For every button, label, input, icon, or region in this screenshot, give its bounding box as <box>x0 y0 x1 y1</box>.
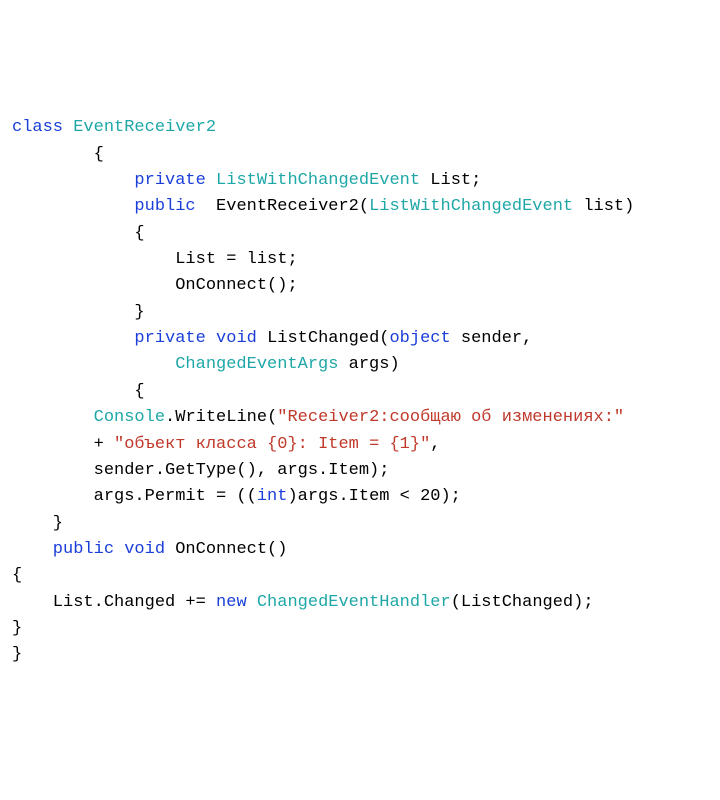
code-text: )args.Item < 20); <box>287 487 460 506</box>
type-name: ListWithChangedEvent <box>369 197 583 216</box>
code-text: List.Changed += <box>12 593 216 612</box>
code-text: (ListChanged); <box>451 593 594 612</box>
code-text: .WriteLine( <box>165 408 277 427</box>
string-literal: "Receiver2:сообщаю об изменениях:" <box>277 408 624 427</box>
code-text: list) <box>583 197 634 216</box>
line-5: { <box>12 224 145 243</box>
code-text: List; <box>430 171 481 190</box>
line-15: args.Permit = ((int)args.Item < 20); <box>12 487 461 506</box>
line-19: List.Changed += new ChangedEventHandler(… <box>12 593 594 612</box>
type-console: Console <box>94 408 165 427</box>
line-18: { <box>12 566 22 585</box>
keyword-object: object <box>389 329 460 348</box>
line-10: ChangedEventArgs args) <box>12 355 400 374</box>
line-1: class EventReceiver2 <box>12 118 216 137</box>
type-name: ChangedEventArgs <box>12 355 349 374</box>
keyword-new: new <box>216 593 257 612</box>
code-block: class EventReceiver2 { private ListWithC… <box>12 115 708 668</box>
keyword-void: void <box>216 329 267 348</box>
line-7: OnConnect(); <box>12 276 298 295</box>
keyword-private: private <box>12 329 216 348</box>
line-17: public void OnConnect() <box>12 540 287 559</box>
keyword-int: int <box>257 487 288 506</box>
type-name: EventReceiver2 <box>73 118 216 137</box>
keyword-public: public <box>12 197 216 216</box>
code-text: + <box>12 435 114 454</box>
keyword-public: public <box>12 540 124 559</box>
keyword-void: void <box>124 540 175 559</box>
method-name: OnConnect() <box>175 540 287 559</box>
code-text: , <box>430 435 440 454</box>
method-name: ListChanged( <box>267 329 389 348</box>
line-20: } <box>12 619 22 638</box>
line-2: { <box>12 145 104 164</box>
line-13: + "объект класса {0}: Item = {1}", <box>12 435 441 454</box>
string-literal: "объект класса {0}: Item = {1}" <box>114 435 430 454</box>
line-6: List = list; <box>12 250 298 269</box>
ctor-name: EventReceiver2( <box>216 197 369 216</box>
type-name: ChangedEventHandler <box>257 593 451 612</box>
line-11: { <box>12 382 145 401</box>
code-text: args) <box>349 355 400 374</box>
code-text: args.Permit = (( <box>12 487 257 506</box>
line-12: Console.WriteLine("Receiver2:сообщаю об … <box>12 408 624 427</box>
line-14: sender.GetType(), args.Item); <box>12 461 389 480</box>
type-name: ListWithChangedEvent <box>216 171 430 190</box>
code-text: sender, <box>461 329 532 348</box>
line-21: } <box>12 645 22 664</box>
line-9: private void ListChanged(object sender, <box>12 329 532 348</box>
line-8: } <box>12 303 145 322</box>
line-4: public EventReceiver2(ListWithChangedEve… <box>12 197 634 216</box>
line-3: private ListWithChangedEvent List; <box>12 171 481 190</box>
keyword-class: class <box>12 118 73 137</box>
line-16: } <box>12 514 63 533</box>
keyword-private: private <box>12 171 216 190</box>
code-text <box>12 408 94 427</box>
